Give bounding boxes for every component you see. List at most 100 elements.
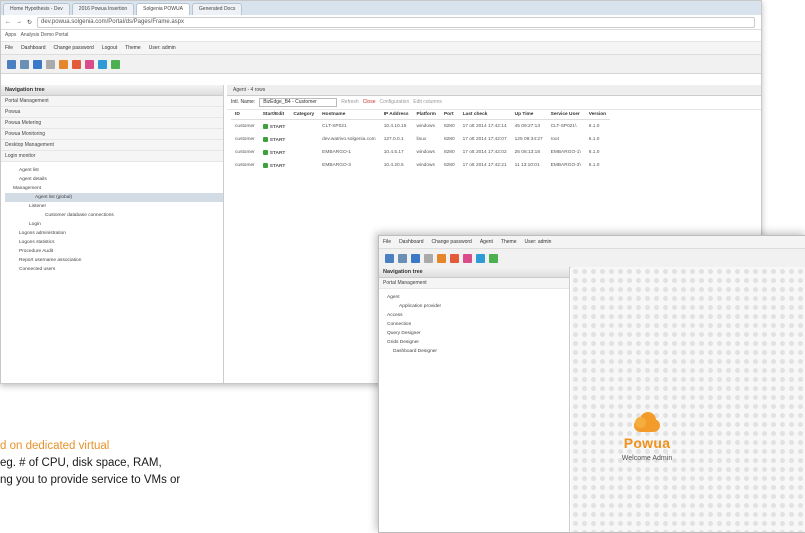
- refresh-button[interactable]: Refresh: [341, 96, 359, 109]
- cell-platform: linux: [416, 137, 427, 142]
- table-row[interactable]: customer START CLT-SP021 10.4.10.15 wind…: [231, 120, 610, 134]
- w2-accordion-item[interactable]: Portal Management: [379, 278, 569, 289]
- agent-table: ID Start/Edit Category Hostname IP Addre…: [231, 110, 611, 172]
- w2-menu-agent[interactable]: Agent: [480, 236, 493, 248]
- database-icon[interactable]: [98, 59, 107, 69]
- cell-category: [289, 120, 318, 134]
- tree-node[interactable]: Listener: [5, 202, 223, 211]
- connect-icon[interactable]: [411, 253, 420, 263]
- tree-node[interactable]: Logons statistics: [5, 238, 223, 247]
- column-header[interactable]: Version: [584, 110, 611, 120]
- url-field[interactable]: dev.powua.solgenia.com/Portal/ds/Pages/F…: [37, 16, 755, 28]
- connect-icon[interactable]: [33, 59, 42, 69]
- menu-file[interactable]: File: [5, 42, 13, 54]
- cell-port: 8280: [443, 163, 455, 168]
- tree-node[interactable]: Procedure Audit: [5, 247, 223, 256]
- analysis-icon[interactable]: [85, 59, 94, 69]
- pie-icon[interactable]: [72, 59, 81, 69]
- column-header[interactable]: IP Address: [379, 110, 413, 120]
- tree-node-selected[interactable]: Agent list (global): [5, 193, 223, 202]
- configuration-button[interactable]: Configuration: [380, 96, 410, 109]
- bar-chart-icon[interactable]: [111, 59, 120, 69]
- column-header[interactable]: Start/Edit: [258, 110, 290, 120]
- start-button[interactable]: START: [259, 146, 290, 159]
- column-header[interactable]: Category: [289, 110, 319, 120]
- menu-dashboard[interactable]: Dashboard: [21, 42, 45, 54]
- accordion-item[interactable]: Powua Monitoring: [1, 129, 223, 140]
- accordion-item[interactable]: Login monitor: [1, 151, 223, 162]
- chart-icon[interactable]: [20, 59, 29, 69]
- w2-menu-change-password[interactable]: Change password: [432, 236, 472, 248]
- column-header[interactable]: ID: [231, 110, 259, 120]
- close-button[interactable]: Close: [363, 96, 376, 109]
- report-icon[interactable]: [437, 253, 446, 263]
- start-button[interactable]: START: [259, 159, 290, 172]
- tree-node[interactable]: Connected users: [5, 265, 223, 274]
- cell-id: customer: [235, 163, 255, 168]
- cell-last-check: 17 ott 2014 17:42:07: [462, 137, 507, 142]
- column-header[interactable]: Platform: [412, 110, 440, 120]
- tree-node-app-provider[interactable]: Application provider: [383, 302, 569, 311]
- bookmark-apps[interactable]: Apps: [5, 32, 16, 38]
- settings-icon[interactable]: [46, 59, 55, 69]
- settings-icon[interactable]: [424, 253, 433, 263]
- start-button[interactable]: START: [259, 120, 290, 134]
- forward-icon[interactable]: →: [16, 19, 22, 25]
- tree-node[interactable]: Management: [5, 184, 223, 193]
- browser-tab-active[interactable]: Solgenia POWUA: [136, 3, 190, 15]
- tree-node-access[interactable]: Access: [383, 311, 569, 320]
- browser-tab[interactable]: Home Hypothesis - Dev: [3, 3, 70, 15]
- accordion-item[interactable]: Powua: [1, 107, 223, 118]
- edit-columns-button[interactable]: Edit columns: [413, 96, 442, 109]
- menu-logout[interactable]: Logout: [102, 42, 117, 54]
- start-button[interactable]: START: [259, 133, 290, 146]
- bookmark-portal[interactable]: Analysis Demo Portal: [21, 32, 69, 38]
- menu-change-password[interactable]: Change password: [54, 42, 94, 54]
- w2-menu-user[interactable]: User: admin: [524, 236, 551, 248]
- menu-theme[interactable]: Theme: [125, 42, 141, 54]
- column-header[interactable]: Port: [439, 110, 459, 120]
- tree-node-dashboard-designer[interactable]: Dashboard Designer: [383, 347, 569, 356]
- column-header[interactable]: Up Time: [510, 110, 547, 120]
- tree-node[interactable]: Report username association: [5, 256, 223, 265]
- column-header[interactable]: Service User: [546, 110, 585, 120]
- browser-tab[interactable]: Generated Docs: [191, 3, 243, 15]
- database-icon[interactable]: [476, 253, 485, 263]
- accordion-item[interactable]: Portal Management: [1, 96, 223, 107]
- tree-node[interactable]: Logons administration: [5, 229, 223, 238]
- accordion-item[interactable]: Powua Metering: [1, 118, 223, 129]
- tree-node[interactable]: Customer database connections: [5, 211, 223, 220]
- cell-category: [289, 133, 318, 146]
- pie-icon[interactable]: [450, 253, 459, 263]
- chart-icon[interactable]: [398, 253, 407, 263]
- cell-hostname: CLT-SP021: [322, 124, 347, 129]
- back-icon[interactable]: ←: [5, 19, 11, 25]
- column-header[interactable]: Hostname: [318, 110, 380, 120]
- browser-tab[interactable]: 2016 Powua Insertion: [71, 3, 135, 15]
- brand-name: Powua: [623, 435, 671, 451]
- w2-menu-dashboard[interactable]: Dashboard: [399, 236, 423, 248]
- bar-chart-icon[interactable]: [489, 253, 498, 263]
- column-header[interactable]: Last check: [458, 110, 511, 120]
- tree-node-agent[interactable]: Agent: [383, 293, 569, 302]
- tree-node-grids-designer[interactable]: Grids Designer: [383, 338, 569, 347]
- tree-node[interactable]: Agent details: [5, 175, 223, 184]
- w2-menu-theme[interactable]: Theme: [501, 236, 517, 248]
- tree-node-query-designer[interactable]: Query Designer: [383, 329, 569, 338]
- report-icon[interactable]: [59, 59, 68, 69]
- grid-icon[interactable]: [385, 253, 394, 263]
- table-row[interactable]: customer START EMBARGO-1 10.4.5.17 windo…: [231, 146, 610, 159]
- reload-icon[interactable]: ↻: [27, 19, 32, 26]
- tree-node[interactable]: Agent list: [5, 166, 223, 175]
- filter-select[interactable]: BizEdge_B4 - Customer: [259, 98, 338, 107]
- analysis-icon[interactable]: [463, 253, 472, 263]
- tree-node[interactable]: Login: [5, 220, 223, 229]
- table-row[interactable]: customer START dev.watrivo.solgenia.com …: [231, 133, 610, 146]
- cell-last-check: 17 ott 2014 17:42:02: [462, 150, 507, 155]
- accordion-item[interactable]: Desktop Management: [1, 140, 223, 151]
- menu-user[interactable]: User: admin: [149, 42, 176, 54]
- tree-node-connection[interactable]: Connection: [383, 320, 569, 329]
- grid-icon[interactable]: [7, 59, 16, 69]
- table-row[interactable]: customer START EMBARGO-3 10.4.20.5 windo…: [231, 159, 610, 172]
- w2-menu-file[interactable]: File: [383, 236, 391, 248]
